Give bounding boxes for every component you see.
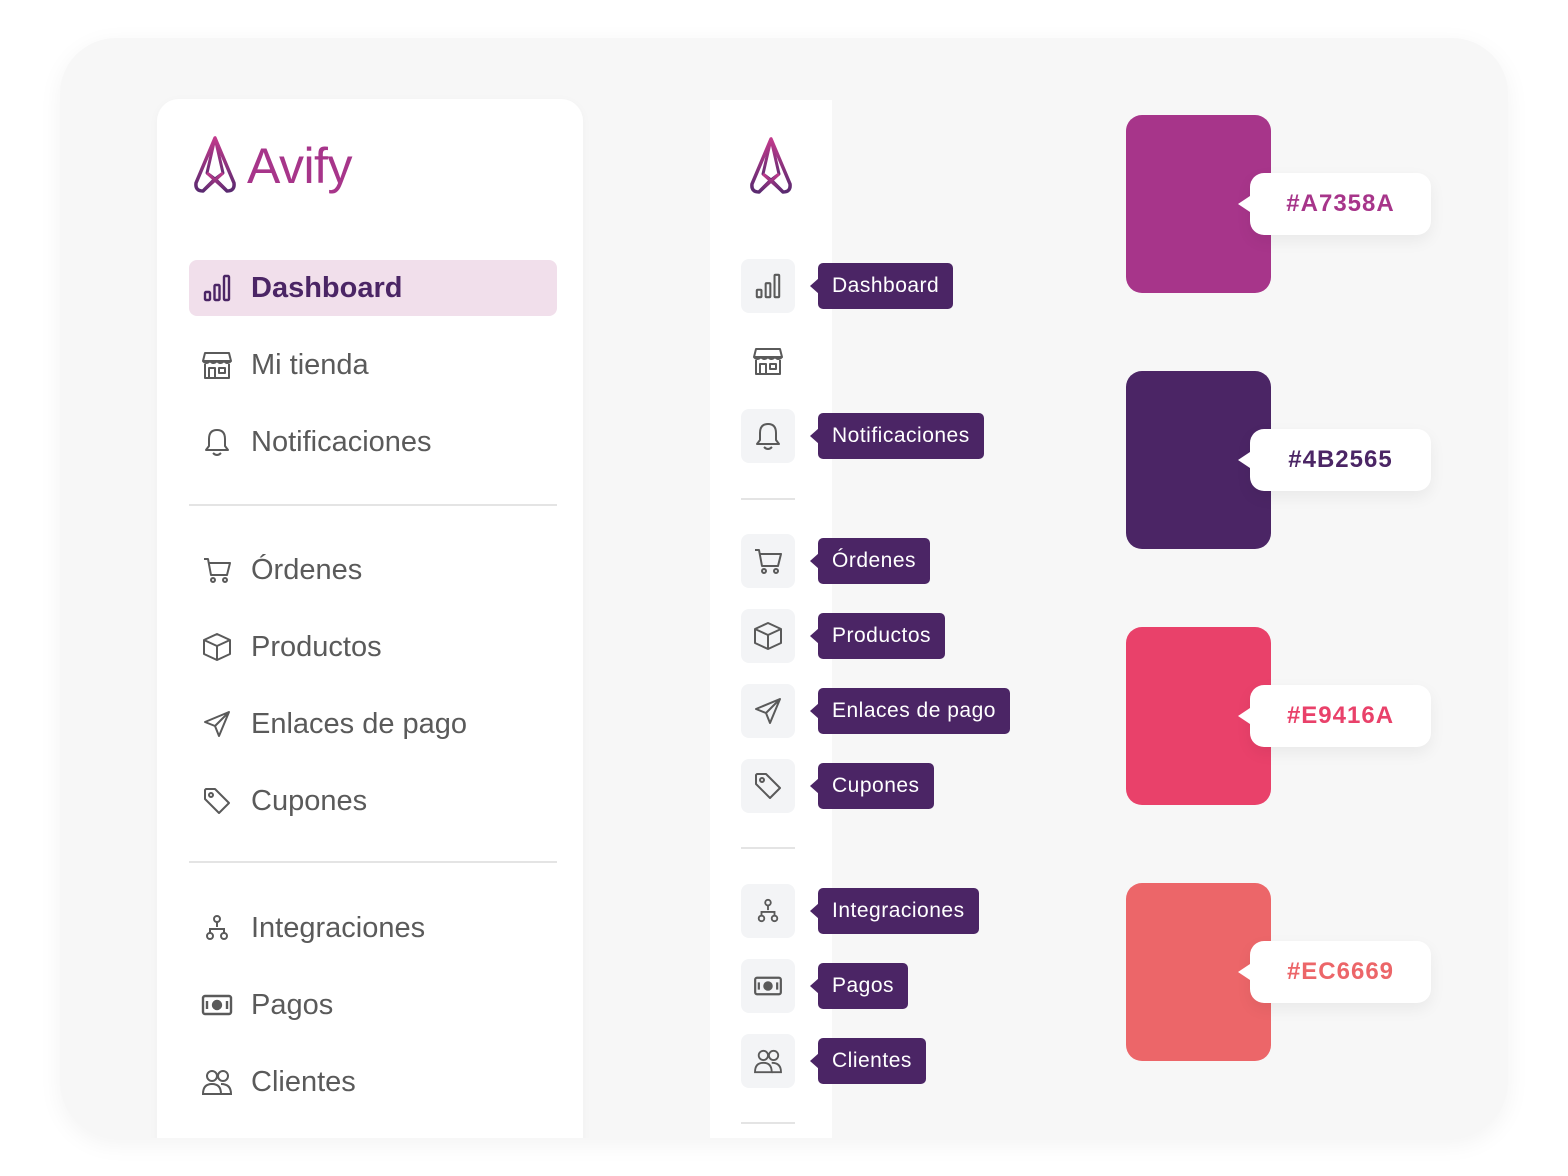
sidebar-item-dashboard[interactable]: Dashboard — [189, 260, 557, 316]
tooltip-notificaciones: Notificaciones — [810, 413, 984, 459]
hierarchy-icon — [199, 910, 235, 946]
sidebar-item-enlaces-de-pago[interactable]: Enlaces de pago — [189, 696, 557, 752]
sidebar-item-pagos[interactable]: Pagos — [189, 977, 557, 1033]
brand-name: Avify — [247, 138, 352, 194]
sidebar-item-label: Pagos — [251, 988, 334, 1021]
bell-icon — [199, 424, 235, 460]
mini-integraciones-button[interactable] — [741, 884, 795, 938]
color-hex-label: #A7358A — [1238, 173, 1431, 235]
sidebar-item-label: Enlaces de pago — [251, 707, 468, 740]
sidebar-item-label: Órdenes — [251, 553, 363, 586]
cash-icon — [753, 975, 783, 997]
sidebar-item-label: Cupones — [251, 784, 368, 817]
sidebar-divider — [189, 504, 557, 506]
sidebar-item-label: Clientes — [251, 1065, 356, 1098]
tooltip-ordenes: Órdenes — [809, 538, 931, 584]
cart-icon — [753, 546, 783, 576]
mini-pagos-button[interactable] — [741, 959, 795, 1013]
mini-divider — [741, 1122, 795, 1124]
tag-icon — [199, 783, 235, 819]
sidebar-item-label: Notificaciones — [251, 425, 432, 458]
mini-ordenes-button[interactable] — [741, 534, 795, 588]
tooltip-cupones: Cupones — [810, 763, 934, 809]
sidebar-item-integraciones[interactable]: Integraciones — [189, 900, 557, 956]
tooltip-integraciones: Integraciones — [810, 888, 979, 934]
store-icon — [199, 347, 235, 383]
mini-divider — [741, 498, 795, 500]
bell-icon — [754, 421, 782, 451]
mini-enlaces-de-pago-button[interactable] — [741, 684, 795, 738]
hierarchy-icon — [755, 898, 781, 924]
users-icon — [753, 1048, 783, 1074]
mini-productos-button[interactable] — [741, 609, 795, 663]
users-icon — [199, 1064, 235, 1100]
sidebar-item-label: Productos — [251, 630, 382, 663]
sidebar-item-productos[interactable]: Productos — [189, 619, 557, 675]
color-hex-label: #4B2565 — [1238, 429, 1431, 491]
sidebar-item-notificaciones[interactable]: Notificaciones — [189, 414, 557, 470]
mini-mi-tienda-button[interactable] — [741, 334, 795, 388]
tooltip-pagos: Pagos — [809, 963, 909, 1009]
sidebar-item-clientes[interactable]: Clientes — [189, 1054, 557, 1110]
sidebar-item-label: Dashboard — [251, 271, 403, 304]
sidebar-item-cupones[interactable]: Cupones — [189, 773, 557, 829]
avify-logo-icon[interactable] — [746, 134, 796, 200]
sidebar-item-ordenes[interactable]: Órdenes — [189, 542, 557, 598]
sidebar-item-mi-tienda[interactable]: Mi tienda — [189, 337, 557, 393]
sidebar-item-label: Integraciones — [251, 911, 426, 944]
cart-icon — [199, 552, 235, 588]
tooltip-productos: Productos — [809, 613, 946, 659]
tooltip-enlaces-de-pago: Enlaces de pago — [810, 688, 1010, 734]
avify-logo-icon — [193, 135, 237, 197]
mini-clientes-button[interactable] — [741, 1034, 795, 1088]
tooltip-clientes: Clientes — [810, 1038, 926, 1084]
mini-notificaciones-button[interactable] — [741, 409, 795, 463]
showcase-card: Avify Dashboard Mi tienda Notificaciones… — [60, 38, 1508, 1138]
color-hex-label: #E9416A — [1238, 685, 1431, 747]
box-icon — [199, 629, 235, 665]
mini-divider — [741, 847, 795, 849]
mini-cupones-button[interactable] — [741, 759, 795, 813]
sidebar-divider — [189, 861, 557, 863]
send-icon — [199, 706, 235, 742]
brand-logo[interactable]: Avify — [193, 133, 352, 199]
box-icon — [753, 621, 783, 651]
color-hex-label: #EC6669 — [1238, 941, 1431, 1003]
bar-chart-icon — [199, 270, 235, 306]
send-icon — [753, 696, 783, 726]
tooltip-dashboard: Dashboard — [809, 263, 954, 309]
mini-dashboard-button[interactable] — [741, 259, 795, 313]
cash-icon — [199, 987, 235, 1023]
expanded-sidebar: Avify Dashboard Mi tienda Notificaciones… — [157, 99, 583, 1138]
sidebar-item-label: Mi tienda — [251, 348, 369, 381]
tag-icon — [753, 771, 783, 801]
store-icon — [752, 346, 784, 376]
bar-chart-icon — [754, 272, 782, 300]
